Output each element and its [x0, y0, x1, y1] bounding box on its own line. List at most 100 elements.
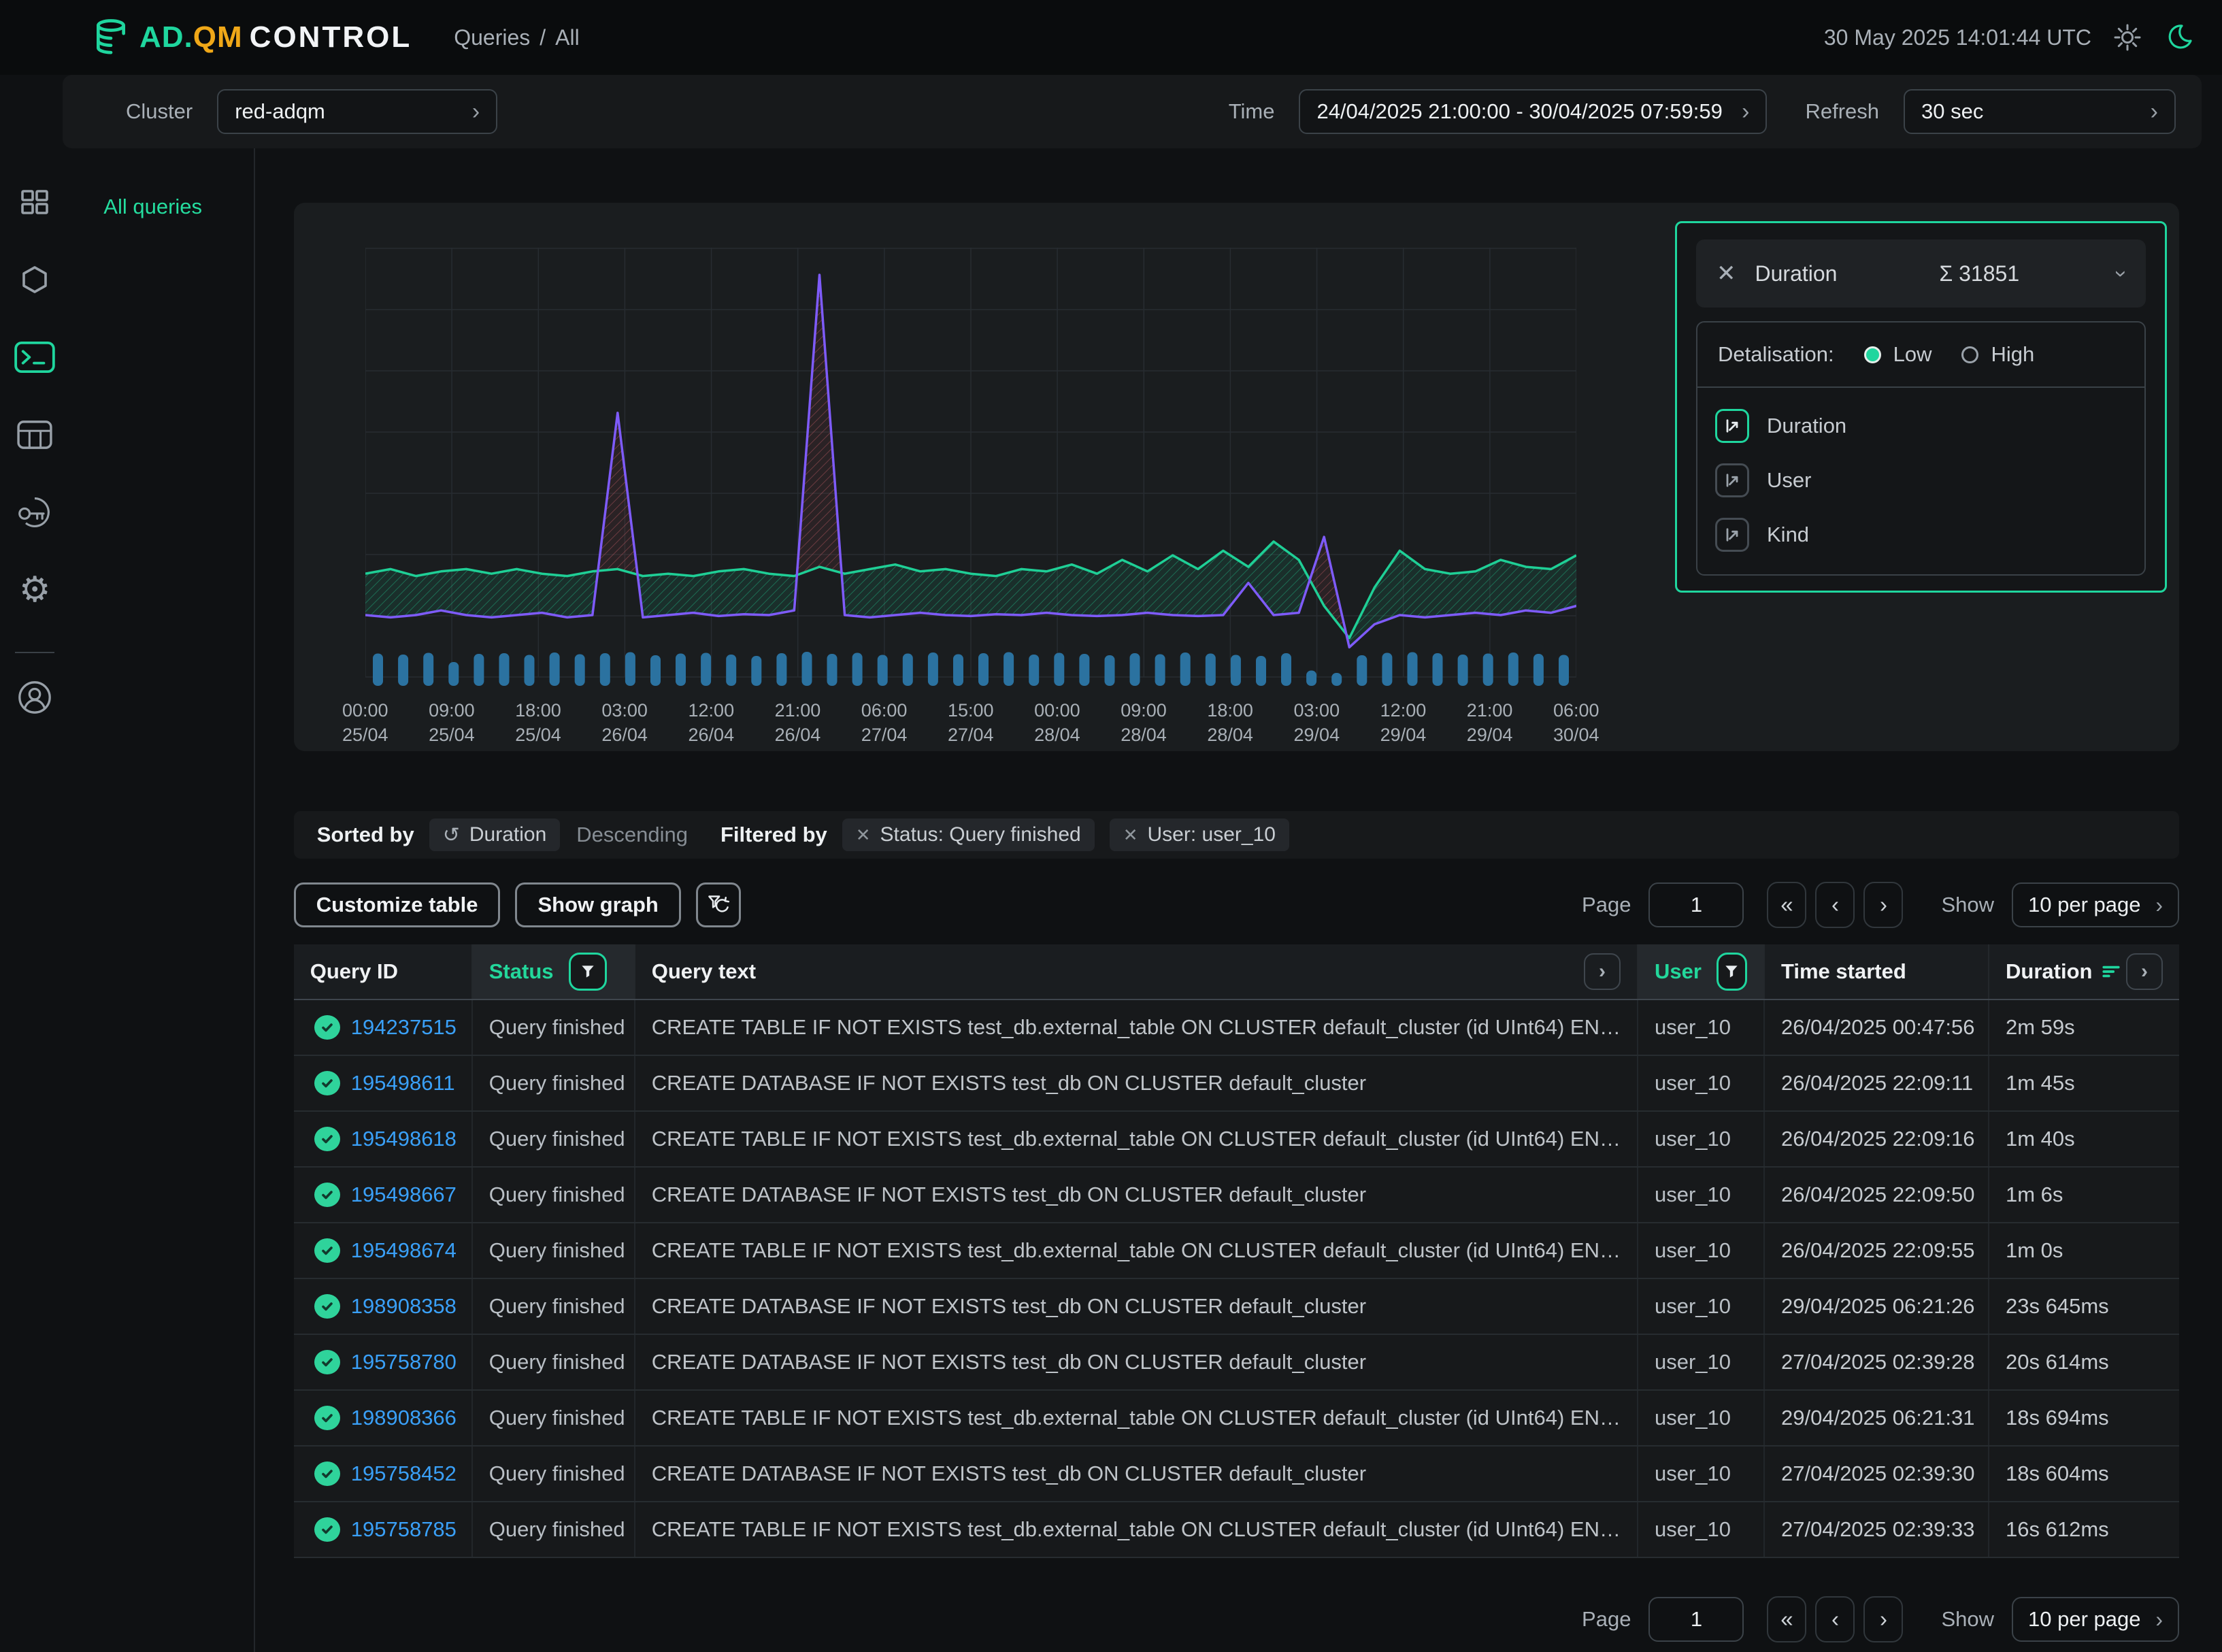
- table-row[interactable]: 198908366 Query finished CREATE TABLE IF…: [294, 1391, 2179, 1447]
- row-time-started: 27/04/2025 02:39:28: [1765, 1335, 1989, 1389]
- table-row[interactable]: 195498667 Query finished CREATE DATABASE…: [294, 1168, 2179, 1223]
- status-filter-button[interactable]: [569, 953, 607, 991]
- table-toolbar: Customize table Show graph Page « ‹ › Sh…: [294, 882, 2179, 928]
- detalisation-option-high[interactable]: High: [1961, 342, 2034, 367]
- sidebar-item-tables[interactable]: [13, 414, 56, 456]
- sidebar-item-dashboard[interactable]: [13, 181, 56, 223]
- filter-chip-status[interactable]: ✕ Status: Query finished: [842, 819, 1095, 851]
- sidebar-item-queries-active[interactable]: [13, 336, 56, 378]
- row-user: user_10: [1638, 1391, 1765, 1445]
- query-finished-check-icon: [314, 1015, 340, 1040]
- reset-filters-button[interactable]: [696, 882, 741, 927]
- query-finished-check-icon: [314, 1461, 340, 1486]
- row-status: Query finished: [473, 1502, 635, 1557]
- x-axis-tick: 00:0025/04: [342, 698, 388, 747]
- column-header-status: Status: [473, 944, 635, 999]
- sidebar-item-cluster[interactable]: [13, 259, 56, 301]
- legend-header[interactable]: ✕ Duration Σ 31851 ›: [1696, 239, 2146, 308]
- legend-metric-duration[interactable]: Duration: [1715, 399, 2127, 453]
- breadcrumb-section[interactable]: Queries: [454, 25, 530, 50]
- x-axis-tick: 12:0026/04: [689, 698, 735, 747]
- table-row[interactable]: 194237515 Query finished CREATE TABLE IF…: [294, 1000, 2179, 1056]
- table-row[interactable]: 198908358 Query finished CREATE DATABASE…: [294, 1279, 2179, 1335]
- query-finished-check-icon: [314, 1127, 340, 1151]
- row-user: user_10: [1638, 1000, 1765, 1055]
- first-page-button[interactable]: «: [1767, 1596, 1806, 1642]
- duration-expand-button[interactable]: ›: [2126, 953, 2163, 990]
- query-id-link[interactable]: 195498674: [351, 1238, 457, 1263]
- query-finished-check-icon: [314, 1071, 340, 1095]
- customize-table-button[interactable]: Customize table: [294, 882, 501, 927]
- chart-plot-area[interactable]: [365, 248, 1576, 689]
- nav-item-all-queries[interactable]: All queries: [103, 195, 253, 219]
- sidebar-item-access[interactable]: [13, 491, 56, 533]
- table-row[interactable]: 195758785 Query finished CREATE TABLE IF…: [294, 1502, 2179, 1558]
- query-id-link[interactable]: 195758452: [351, 1461, 457, 1486]
- detalisation-label: Detalisation:: [1718, 342, 1834, 367]
- row-query-text: CREATE DATABASE IF NOT EXISTS test_db ON…: [635, 1168, 1638, 1222]
- table-row[interactable]: 195758452 Query finished CREATE DATABASE…: [294, 1447, 2179, 1502]
- sort-chip-duration[interactable]: ↺ Duration: [429, 819, 561, 851]
- query-id-link[interactable]: 194237515: [351, 1015, 457, 1040]
- row-status: Query finished: [473, 1223, 635, 1278]
- page-number-input[interactable]: [1648, 1597, 1744, 1642]
- refresh-label: Refresh: [1805, 99, 1879, 124]
- next-page-button[interactable]: ›: [1863, 1596, 1903, 1642]
- chevron-down-icon[interactable]: ›: [2109, 270, 2134, 278]
- per-page-select[interactable]: 10 per page›: [2012, 1597, 2179, 1642]
- refresh-interval-select[interactable]: 30 sec›: [1904, 89, 2176, 134]
- query-finished-check-icon: [314, 1294, 340, 1319]
- query-id-link[interactable]: 198908358: [351, 1294, 457, 1319]
- query-id-link[interactable]: 195758780: [351, 1350, 457, 1374]
- table-row[interactable]: 195498618 Query finished CREATE TABLE IF…: [294, 1112, 2179, 1168]
- column-header-user: User: [1638, 944, 1765, 999]
- filter-funnel-icon: [1723, 963, 1740, 980]
- query-id-link[interactable]: 195498618: [351, 1127, 457, 1151]
- cluster-select[interactable]: red-adqm›: [217, 89, 497, 134]
- filter-chip-user[interactable]: ✕ User: user_10: [1110, 819, 1289, 851]
- close-icon[interactable]: ✕: [1717, 260, 1736, 287]
- page-number-input[interactable]: [1648, 882, 1744, 927]
- sort-descending-icon[interactable]: [2102, 964, 2121, 979]
- show-graph-button[interactable]: Show graph: [515, 882, 680, 927]
- access-key-icon: [16, 495, 54, 530]
- sidebar-item-profile[interactable]: [13, 676, 56, 718]
- user-filter-button[interactable]: [1717, 953, 1747, 991]
- table-row[interactable]: 195758780 Query finished CREATE DATABASE…: [294, 1335, 2179, 1391]
- x-axis-tick: 06:0030/04: [1553, 698, 1599, 747]
- query-id-link[interactable]: 195498667: [351, 1183, 457, 1207]
- x-axis-tick: 15:0027/04: [948, 698, 994, 747]
- legend-title: Duration: [1755, 261, 1838, 286]
- first-page-button[interactable]: «: [1767, 882, 1806, 928]
- row-user: user_10: [1638, 1279, 1765, 1334]
- row-duration: 2m 59s: [1989, 1000, 2179, 1055]
- x-axis-tick: 12:0029/04: [1380, 698, 1427, 747]
- pagination-bottom: Page « ‹ › Show 10 per page›: [1582, 1596, 2179, 1642]
- table-row[interactable]: 195498611 Query finished CREATE DATABASE…: [294, 1056, 2179, 1112]
- query-id-link[interactable]: 195758785: [351, 1517, 457, 1542]
- query-text-expand-button[interactable]: ›: [1584, 953, 1621, 990]
- close-icon[interactable]: ✕: [856, 825, 871, 846]
- legend-metric-user[interactable]: User: [1715, 453, 2127, 508]
- breadcrumb-page[interactable]: All: [555, 25, 580, 50]
- row-time-started: 26/04/2025 22:09:55: [1765, 1223, 1989, 1278]
- detalisation-option-low[interactable]: Low: [1864, 342, 1932, 367]
- row-query-text: CREATE TABLE IF NOT EXISTS test_db.exter…: [635, 1502, 1638, 1557]
- row-user: user_10: [1638, 1447, 1765, 1501]
- table-row[interactable]: 195498674 Query finished CREATE TABLE IF…: [294, 1223, 2179, 1279]
- legend-metric-kind[interactable]: Kind: [1715, 508, 2127, 562]
- time-range-select[interactable]: 24/04/2025 21:00:00 - 30/04/2025 07:59:5…: [1299, 89, 1767, 134]
- sort-order-label: Descending: [576, 823, 688, 847]
- close-icon[interactable]: ✕: [1123, 825, 1138, 846]
- dark-theme-moon-icon[interactable]: [2163, 22, 2195, 53]
- query-id-link[interactable]: 198908366: [351, 1406, 457, 1430]
- prev-page-button[interactable]: ‹: [1815, 882, 1855, 928]
- sidebar-item-settings[interactable]: ⚙: [13, 569, 56, 611]
- row-status: Query finished: [473, 1447, 635, 1501]
- per-page-select[interactable]: 10 per page›: [2012, 882, 2179, 927]
- prev-page-button[interactable]: ‹: [1815, 1596, 1855, 1642]
- next-page-button[interactable]: ›: [1863, 882, 1903, 928]
- light-theme-sun-icon[interactable]: [2112, 22, 2143, 53]
- query-id-link[interactable]: 195498611: [351, 1071, 455, 1095]
- tables-icon: [16, 420, 53, 450]
